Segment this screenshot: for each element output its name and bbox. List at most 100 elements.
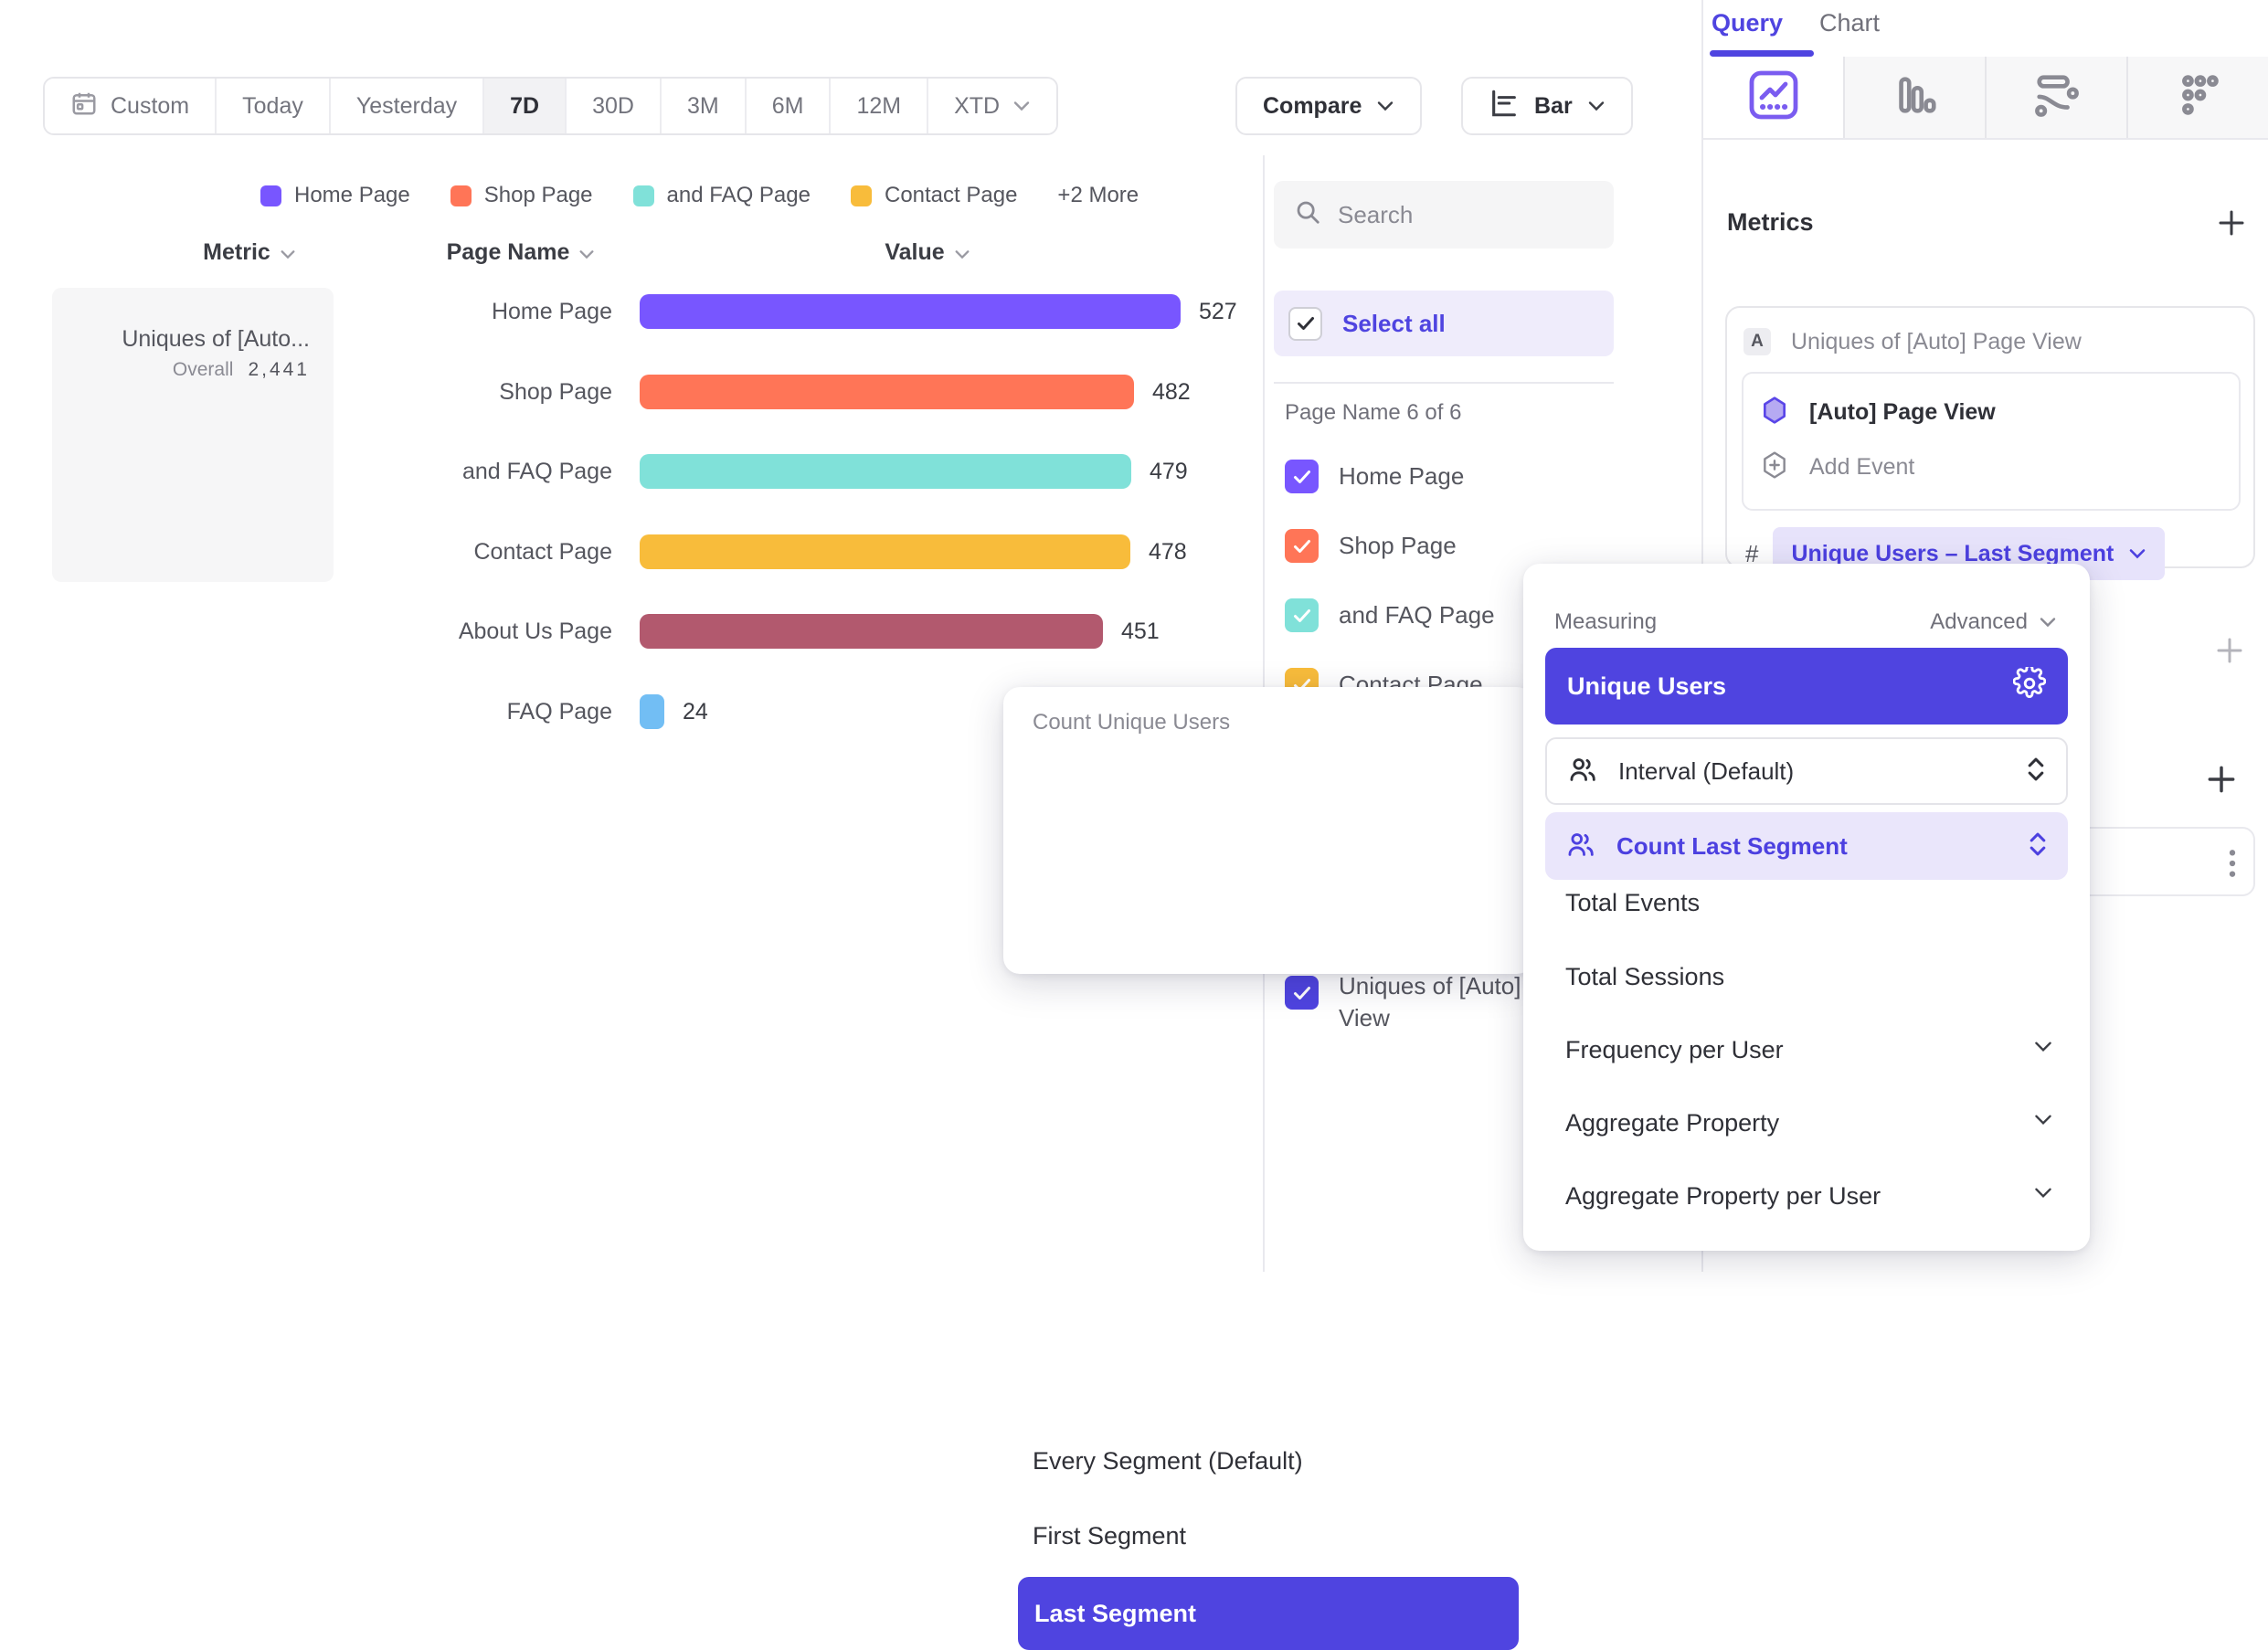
chevron-down-icon [578,239,595,266]
bar-segment[interactable] [640,534,1130,569]
legend-swatch [260,185,281,206]
list-divider [1274,382,1614,384]
legend-item[interactable]: and FAQ Page [633,183,811,208]
measuring-menu: Measuring Advanced Unique Users Interval… [1523,564,2090,1251]
column-header-metric[interactable]: Metric [135,239,364,266]
stepper-icon[interactable] [2028,830,2048,862]
chart-type-button[interactable]: Bar [1461,77,1633,135]
date-preset-12m[interactable]: 12M [831,79,928,133]
report-type-insights[interactable] [1703,57,1845,138]
column-header-page-name[interactable]: Page Name [393,239,649,266]
bar-value-label: 451 [1121,619,1160,645]
search-input[interactable]: Search [1274,181,1614,249]
date-preset-custom[interactable]: Custom [45,79,217,133]
bar-segment[interactable] [640,375,1134,409]
column-header-value[interactable]: Value [804,239,1051,266]
tab-chart[interactable]: Chart [1819,9,1880,37]
measuring-option-frequency-per-user[interactable]: Frequency per User [1565,1036,1784,1064]
search-icon [1294,198,1321,232]
measuring-count-last-segment-row[interactable]: Count Last Segment [1545,812,2068,880]
legend-more[interactable]: +2 More [1057,183,1139,208]
metrics-section-title: Metrics [1727,208,1814,237]
checkbox-checked[interactable] [1285,529,1319,563]
report-type-flows[interactable] [1987,57,2128,138]
bar-value-label: 24 [683,699,708,725]
bar-segment[interactable] [640,294,1181,329]
list-item-label: Shop Page [1339,532,1457,560]
metric-summary-card[interactable]: Uniques of [Auto... Overall2,441 [52,288,334,582]
insights-line-chart-icon [1748,69,1799,125]
bar-value-label: 479 [1150,459,1188,485]
date-preset-30d[interactable]: 30D [567,79,662,133]
measuring-option-total-sessions[interactable]: Total Sessions [1565,963,1724,991]
menu-option-first-segment[interactable]: First Segment [1033,1522,1186,1550]
event-row[interactable]: [Auto] Page View [1760,396,1996,429]
select-all-checkbox[interactable] [1288,307,1322,341]
date-preset-6m[interactable]: 6M [747,79,832,133]
list-item-home-page[interactable]: Home Page [1285,460,1464,493]
bar-category-label: and FAQ Page [311,459,612,485]
advanced-dropdown[interactable]: Advanced [1930,609,2057,635]
legend-swatch [851,185,872,206]
compare-button[interactable]: Compare [1235,77,1422,135]
date-preset-3m[interactable]: 3M [662,79,747,133]
report-type-funnels[interactable] [1845,57,1987,138]
stepper-icon[interactable] [2026,756,2046,788]
date-preset-yesterday[interactable]: Yesterday [331,79,484,133]
bar-segment[interactable] [640,694,664,729]
date-preset-xtd[interactable]: XTD [928,79,1056,133]
measuring-option-total-events[interactable]: Total Events [1565,889,1700,917]
metric-card-title: Uniques of [Auto... [70,321,310,357]
gear-icon[interactable] [2013,667,2046,706]
list-item-and-faq-page[interactable]: and FAQ Page [1285,598,1495,632]
bar-segment[interactable] [640,454,1131,489]
list-item-label: and FAQ Page [1339,601,1495,629]
bar-segment[interactable] [640,614,1103,649]
metric-badge: A [1743,328,1771,355]
chevron-down-icon [1376,100,1394,111]
date-preset-today[interactable]: Today [217,79,331,133]
kebab-menu-icon[interactable] [2217,845,2248,886]
flows-icon [2032,70,2082,124]
metric-definition-card: A Uniques of [Auto] Page View [Auto] Pag… [1725,306,2255,568]
legend-item[interactable]: Shop Page [450,183,593,208]
event-card: [Auto] Page View Add Event [1742,372,2241,511]
checkbox-checked[interactable] [1285,598,1319,632]
count-unique-users-menu: Count Unique Users Every Segment (Defaul… [1003,687,1533,974]
add-breakdown-button[interactable] [2204,762,2239,801]
calendar-icon [70,90,98,123]
horizontal-bar-chart-icon [1489,88,1520,125]
add-filter-button[interactable] [2213,634,2246,672]
menu-option-every-segment[interactable]: Every Segment (Default) [1033,1447,1303,1475]
add-event-row[interactable]: Add Event [1760,450,1914,484]
chevron-down-icon [2033,1041,2053,1057]
date-preset-7d[interactable]: 7D [484,79,567,133]
legend-item[interactable]: Contact Page [851,183,1017,208]
checkbox-checked[interactable] [1285,976,1319,1010]
chevron-down-icon [2033,1187,2053,1203]
active-tab-underline [1710,50,1814,57]
bar-category-label: Shop Page [311,379,612,406]
users-icon [1567,754,1598,789]
measuring-option-aggregate-property[interactable]: Aggregate Property [1565,1109,1779,1137]
bar-category-label: Contact Page [311,539,612,566]
checkbox-checked[interactable] [1285,460,1319,493]
select-all-row[interactable]: Select all [1274,291,1614,356]
bar-category-label: Home Page [311,299,612,325]
add-metric-button[interactable] [2215,206,2248,244]
tab-query[interactable]: Query [1712,9,1783,37]
menu-option-last-segment[interactable]: Last Segment [1018,1577,1519,1650]
chevron-down-icon [2039,617,2057,628]
measuring-option-unique-users[interactable]: Unique Users [1545,648,2068,725]
measuring-interval-row[interactable]: Interval (Default) [1545,737,2068,805]
metric-title-row[interactable]: A Uniques of [Auto] Page View [1743,328,2082,355]
chevron-down-icon [2128,548,2146,559]
legend-item[interactable]: Home Page [260,183,410,208]
dots-grid-icon [2174,70,2223,124]
list-item-shop-page[interactable]: Shop Page [1285,529,1457,563]
bar-category-label: FAQ Page [311,699,612,725]
report-type-retention[interactable] [2128,57,2268,138]
bar-value-label: 527 [1199,299,1237,325]
legend-swatch [450,185,472,206]
measuring-option-aggregate-property-per-user[interactable]: Aggregate Property per User [1565,1182,1881,1211]
